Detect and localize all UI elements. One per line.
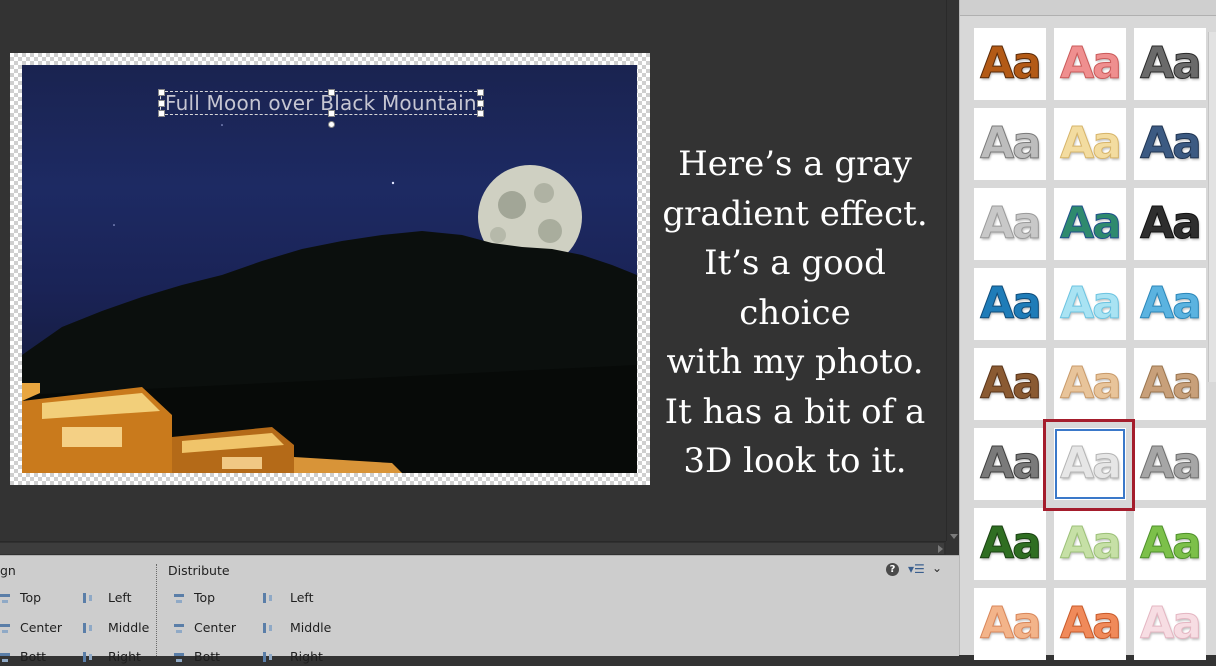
style-swatch-tan[interactable]: Aa <box>1054 348 1126 420</box>
caption-line: 3D look to it. <box>683 441 907 481</box>
style-swatch-orange[interactable]: Aa <box>1054 588 1126 660</box>
style-sample-text: Aa <box>1140 38 1203 89</box>
transform-handle[interactable] <box>476 89 484 96</box>
style-sample-text: Aa <box>1060 598 1123 649</box>
style-sample-text: Aa <box>980 598 1043 649</box>
tutorial-caption: Here’s a gray gradient effect. It’s a go… <box>652 140 938 487</box>
style-swatch-bronze[interactable]: Aa <box>974 348 1046 420</box>
distribute-section-title: Distribute <box>168 563 230 578</box>
align-right-icon <box>80 650 94 664</box>
align-bottom-icon <box>0 650 12 664</box>
caption-line: with my photo. <box>666 342 924 382</box>
style-swatch-blue-steel[interactable]: Aa <box>974 268 1046 340</box>
style-swatch-sand[interactable]: Aa <box>1134 348 1206 420</box>
distribute-middle-icon <box>260 621 274 635</box>
horizontal-scrollbar[interactable] <box>0 541 946 556</box>
style-sample-text: Aa <box>1060 38 1123 89</box>
style-presets-panel: Aa Aa Aa Aa Aa Aa Aa Aa Aa Aa Aa Aa Aa Aa Aa Aa Aa Aa Aa Aa… <box>959 0 1216 660</box>
text-layer-content[interactable]: Full Moon over Black Mountain <box>165 91 477 115</box>
style-swatch-blush[interactable]: Aa <box>1134 588 1206 660</box>
style-swatch-dark-green[interactable]: Aa <box>974 508 1046 580</box>
align-section-title: gn <box>0 563 16 578</box>
style-sample-text: Aa <box>1140 438 1203 489</box>
help-icon[interactable]: ? <box>886 563 899 576</box>
style-sample-text: Aa <box>1140 278 1203 329</box>
style-swatch-light-gray[interactable]: Aa <box>974 188 1046 260</box>
document-canvas[interactable]: Full Moon over Black Mountain <box>10 53 650 485</box>
transform-handle[interactable] <box>328 110 335 117</box>
caption-line: Here’s a gray <box>678 144 912 184</box>
style-swatch-green-blue[interactable]: Aa <box>1054 188 1126 260</box>
style-sample-text: Aa <box>1060 278 1123 329</box>
style-sample-text: Aa <box>1140 358 1203 409</box>
transform-handle[interactable] <box>158 89 165 96</box>
style-sample-text: Aa <box>980 198 1043 249</box>
distribute-center-icon <box>172 621 186 635</box>
align-center-icon <box>0 621 12 635</box>
distribute-left-icon <box>260 591 274 605</box>
style-sample-text: Aa <box>1060 118 1123 169</box>
text-layer-box[interactable]: Full Moon over Black Mountain <box>158 89 484 128</box>
style-sample-text: Aa <box>1140 518 1203 569</box>
panel-scrollbar[interactable] <box>1208 32 1216 382</box>
style-swatch-leopard[interactable]: Aa <box>974 28 1046 100</box>
tool-options-panel: gn Top Left Center Middle Bott Right Dis… <box>0 555 959 664</box>
style-sample-text: Aa <box>980 358 1043 409</box>
distribute-bottom-icon <box>172 650 186 664</box>
section-divider <box>156 564 157 656</box>
transform-handle[interactable] <box>476 100 484 107</box>
style-swatch-pink[interactable]: Aa <box>1054 28 1126 100</box>
align-left-icon <box>80 591 94 605</box>
style-swatch-peach[interactable]: Aa <box>974 588 1046 660</box>
style-sample-text: Aa <box>980 518 1043 569</box>
photo-layer[interactable]: Full Moon over Black Mountain <box>22 65 637 473</box>
style-sample-text: Aa <box>980 438 1043 489</box>
distribute-right-icon <box>260 650 274 664</box>
panel-header-bar <box>960 0 1216 16</box>
style-sample-text: Aa <box>1140 598 1203 649</box>
style-swatch-cream[interactable]: Aa <box>1054 108 1126 180</box>
align-top-icon <box>0 591 12 605</box>
style-sample-text: Aa <box>980 38 1043 89</box>
transform-handle[interactable] <box>476 110 484 117</box>
caption-line: It has a bit of a <box>664 391 926 432</box>
style-sample-text: Aa <box>1140 198 1203 249</box>
style-sample-text: Aa <box>1060 198 1123 249</box>
caption-line: It’s a good choice <box>704 243 886 333</box>
scroll-thumb[interactable] <box>0 543 944 554</box>
align-middle-icon <box>80 621 94 635</box>
transform-handle[interactable] <box>158 100 165 107</box>
style-swatch-gray-gradient-dark[interactable]: Aa <box>974 428 1046 500</box>
caption-line: gradient effect. <box>662 193 928 234</box>
style-sample-text: Aa <box>980 278 1043 329</box>
transform-handle[interactable] <box>328 89 335 96</box>
style-swatch-ice-blue[interactable]: Aa <box>1054 268 1126 340</box>
style-swatch-pale-green[interactable]: Aa <box>1054 508 1126 580</box>
style-swatch-dark-chrome[interactable]: Aa <box>1134 28 1206 100</box>
style-sample-text: Aa <box>1060 518 1123 569</box>
style-sample-text: Aa <box>1140 118 1203 169</box>
style-swatch-silver-bevel[interactable]: Aa <box>974 108 1046 180</box>
chevron-down-icon[interactable]: ⌄ <box>932 561 942 575</box>
style-sample-text: Aa <box>1060 358 1123 409</box>
selected-style-highlight <box>1043 419 1135 511</box>
transform-handle[interactable] <box>158 110 165 117</box>
style-swatch-lime-green[interactable]: Aa <box>1134 508 1206 580</box>
style-swatch-denim[interactable]: Aa <box>1134 108 1206 180</box>
style-swatch-gray-gradient-mid[interactable]: Aa <box>1134 428 1206 500</box>
scroll-right-arrow-icon[interactable] <box>938 545 943 553</box>
distribute-top-icon <box>172 591 186 605</box>
canvas-workspace[interactable]: Full Moon over Black Mountain Here’s a g… <box>0 0 946 541</box>
rotate-handle[interactable] <box>328 121 335 128</box>
panel-menu-icon[interactable]: ▾☰ <box>908 562 925 576</box>
style-swatch-black-chrome[interactable]: Aa <box>1134 188 1206 260</box>
style-swatch-sky-blue[interactable]: Aa <box>1134 268 1206 340</box>
style-sample-text: Aa <box>980 118 1043 169</box>
scroll-down-arrow-icon[interactable] <box>950 534 958 539</box>
